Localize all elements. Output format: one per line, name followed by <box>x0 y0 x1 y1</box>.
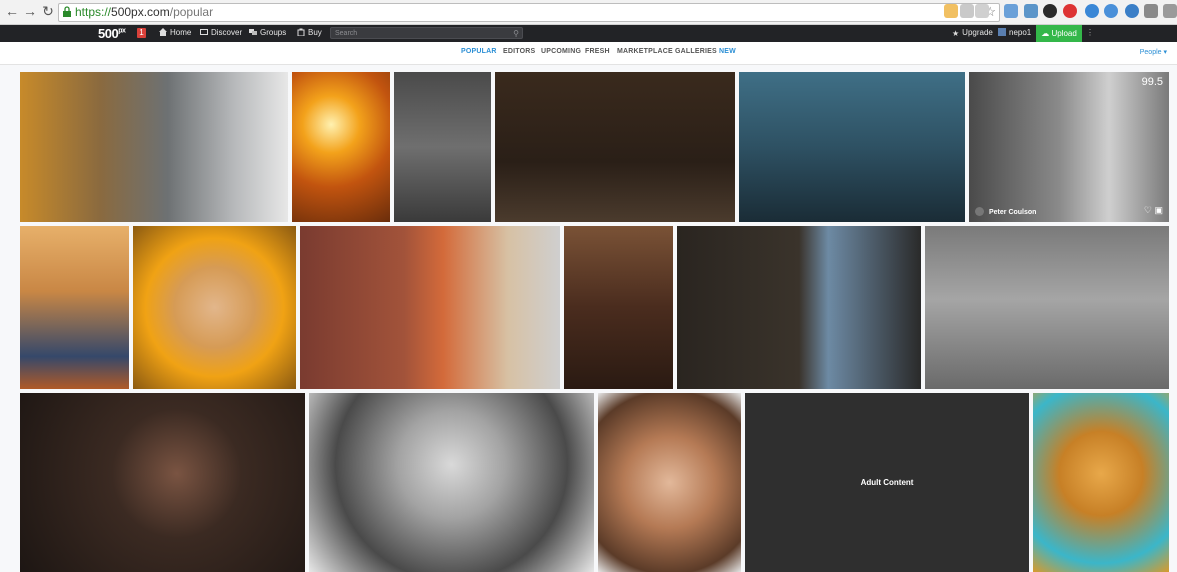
photo-tile[interactable] <box>564 226 673 389</box>
photo-tile[interactable] <box>20 72 288 222</box>
photo-tile[interactable] <box>133 226 296 389</box>
forward-icon[interactable]: → <box>22 3 38 19</box>
photo-actions: ♡ ▣ <box>1144 205 1163 216</box>
author-avatar <box>975 207 984 216</box>
photo-tile[interactable] <box>394 72 491 222</box>
adult-content-label: Adult Content <box>860 478 914 487</box>
site-header: 500px 1 Home Discover Groups Buy Search … <box>0 25 1177 42</box>
zoom-icon[interactable] <box>944 4 958 18</box>
abp-icon[interactable] <box>1063 4 1077 18</box>
people-filter[interactable]: People ▾ <box>1140 48 1167 56</box>
sync-icon[interactable] <box>1104 4 1118 18</box>
photo-score: 99.5 <box>1141 76 1163 88</box>
photo-tile[interactable] <box>598 393 741 572</box>
globe-icon[interactable] <box>1125 4 1139 18</box>
photo-tile[interactable] <box>20 393 305 572</box>
profile-icon[interactable] <box>1163 4 1177 18</box>
lock-icon <box>63 6 71 17</box>
new-badge: NEW <box>719 48 736 55</box>
nav-groups[interactable]: Groups <box>249 28 286 38</box>
url-text: https://500px.com/popular <box>75 5 214 19</box>
star-icon: ★ <box>952 29 960 38</box>
photo-tile[interactable] <box>677 226 921 389</box>
photo-tile[interactable] <box>925 226 1169 389</box>
back-icon[interactable]: ← <box>4 3 20 19</box>
groups-icon <box>249 29 257 35</box>
download-icon[interactable] <box>1085 4 1099 18</box>
camera-icon[interactable] <box>1004 4 1018 18</box>
photo-tile[interactable] <box>300 226 560 389</box>
tab-editors[interactable]: EDITORS <box>503 48 535 55</box>
extension-icon[interactable] <box>1024 4 1038 18</box>
photo-tile-featured[interactable]: 99.5 Peter Coulson ♡ ▣ <box>969 72 1169 222</box>
home-icon <box>159 28 167 36</box>
tab-upcoming[interactable]: UPCOMING <box>541 48 581 55</box>
discover-icon <box>200 29 208 35</box>
avatar <box>998 28 1006 36</box>
address-bar[interactable]: https://500px.com/popular ☆ <box>58 3 1000 22</box>
tab-galleries[interactable]: GALLERIES NEW <box>675 48 736 55</box>
add-to-gallery-icon[interactable]: ▣ <box>1154 205 1163 215</box>
more-menu-icon[interactable]: ⋮ <box>1086 28 1094 38</box>
tab-popular[interactable]: POPULAR <box>461 48 497 55</box>
photo-tile[interactable] <box>20 226 129 389</box>
search-icon: ⚲ <box>513 29 519 38</box>
nav-home[interactable]: Home <box>159 28 191 38</box>
category-tabs: POPULAR EDITORS UPCOMING FRESH MARKETPLA… <box>0 42 1177 65</box>
logo[interactable]: 500px <box>98 26 126 41</box>
user-menu[interactable]: nepo1 <box>998 28 1031 38</box>
upgrade-link[interactable]: ★ Upgrade <box>952 28 993 38</box>
buy-icon <box>297 28 305 36</box>
cloud-upload-icon: ☁ <box>1041 29 1050 38</box>
notification-badge[interactable]: 1 <box>137 28 146 38</box>
photo-tile-adult[interactable]: Adult Content <box>745 393 1029 572</box>
upload-button[interactable]: ☁ Upload <box>1036 25 1082 42</box>
photo-tile[interactable] <box>292 72 390 222</box>
photo-author[interactable]: Peter Coulson <box>975 207 1036 216</box>
tab-marketplace[interactable]: MARKETPLACE <box>617 48 673 55</box>
translate-icon[interactable] <box>975 4 989 18</box>
puzzle-icon[interactable] <box>1144 4 1158 18</box>
search-icon[interactable] <box>960 4 974 18</box>
photo-tile[interactable] <box>309 393 594 572</box>
circle-extension-icon[interactable] <box>1043 4 1057 18</box>
browser-toolbar: ← → ↻ https://500px.com/popular ☆ <box>0 0 1177 25</box>
nav-buy[interactable]: Buy <box>297 28 322 38</box>
photo-tile[interactable] <box>495 72 735 222</box>
heart-icon[interactable]: ♡ <box>1144 205 1152 215</box>
search-input[interactable]: Search ⚲ <box>330 27 523 39</box>
photo-tile[interactable] <box>1033 393 1169 572</box>
photo-tile[interactable] <box>739 72 965 222</box>
reload-icon[interactable]: ↻ <box>40 3 56 19</box>
tab-fresh[interactable]: FRESH <box>585 48 610 55</box>
nav-discover[interactable]: Discover <box>200 28 242 38</box>
